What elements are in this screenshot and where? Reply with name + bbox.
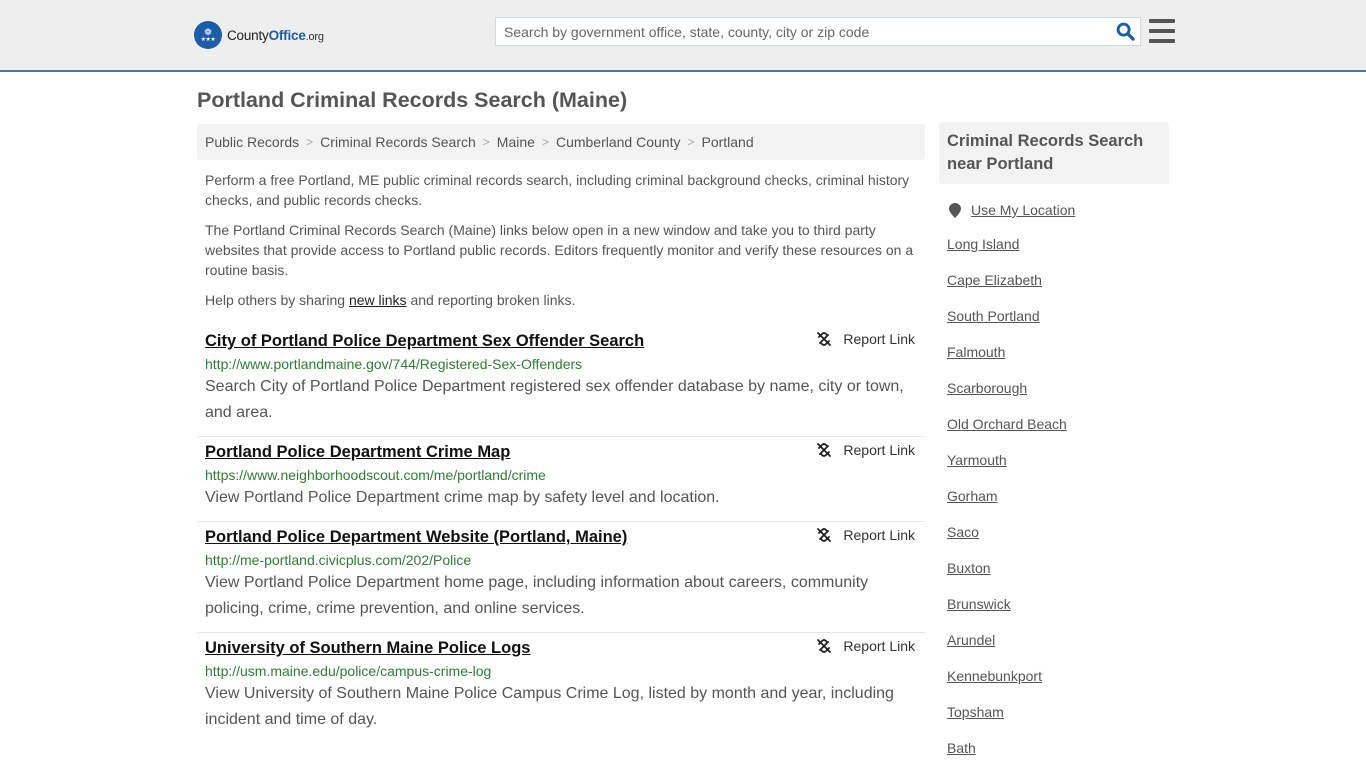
nearby-item: Falmouth bbox=[947, 334, 1169, 370]
result-title-link[interactable]: Portland Police Department Website (Port… bbox=[205, 526, 627, 548]
intro-text: Perform a free Portland, ME public crimi… bbox=[205, 170, 920, 320]
report-link-label: Report Link bbox=[843, 527, 915, 543]
report-link-label: Report Link bbox=[843, 442, 915, 458]
breadcrumb-cumberland-county[interactable]: Cumberland County bbox=[556, 134, 681, 150]
nearby-item: Gorham bbox=[947, 478, 1169, 514]
report-link-label: Report Link bbox=[843, 638, 915, 654]
breadcrumb-separator-icon: > bbox=[541, 135, 549, 149]
logo-name-part1: County bbox=[227, 27, 269, 43]
result-title-link[interactable]: City of Portland Police Department Sex O… bbox=[205, 330, 644, 352]
result-item: City of Portland Police Department Sex O… bbox=[197, 326, 925, 437]
site-logo[interactable]: ❁ ★★★ CountyOffice.org bbox=[194, 21, 324, 49]
nearby-item: Topsham bbox=[947, 694, 1169, 730]
result-description: View Portland Police Department crime ma… bbox=[205, 489, 720, 506]
nearby-item: Kennebunkport bbox=[947, 658, 1169, 694]
result-url: http://me-portland.civicplus.com/202/Pol… bbox=[205, 552, 472, 568]
report-link-button[interactable]: Report Link bbox=[816, 442, 915, 458]
eagle-stars-icon: ❁ ★★★ bbox=[194, 21, 222, 49]
nearby-item: Old Orchard Beach bbox=[947, 406, 1169, 442]
nearby-link-saco[interactable]: Saco bbox=[947, 524, 979, 540]
breadcrumb-maine[interactable]: Maine bbox=[497, 134, 535, 150]
map-pin-icon bbox=[949, 202, 961, 218]
use-my-location-link[interactable]: Use My Location bbox=[971, 202, 1075, 218]
page-title: Portland Criminal Records Search (Maine) bbox=[197, 88, 628, 112]
nearby-link-long-island[interactable]: Long Island bbox=[947, 236, 1019, 252]
report-link-button[interactable]: Report Link bbox=[816, 331, 915, 347]
breadcrumb-separator-icon: > bbox=[306, 135, 314, 149]
nearby-link-topsham[interactable]: Topsham bbox=[947, 704, 1004, 720]
use-my-location[interactable]: Use My Location bbox=[939, 202, 1169, 218]
result-title-link[interactable]: Portland Police Department Crime Map bbox=[205, 441, 510, 463]
result-description: View University of Southern Maine Police… bbox=[205, 685, 894, 728]
nearby-item: Buxton bbox=[947, 550, 1169, 586]
result-url: http://usm.maine.edu/police/campus-crime… bbox=[205, 663, 492, 679]
broken-link-icon bbox=[817, 443, 832, 457]
broken-link-icon bbox=[817, 639, 832, 653]
nearby-item: South Portland bbox=[947, 298, 1169, 334]
nearby-link-kennebunkport[interactable]: Kennebunkport bbox=[947, 668, 1042, 684]
results-list: City of Portland Police Department Sex O… bbox=[197, 326, 925, 743]
logo-tld: .org bbox=[305, 30, 324, 43]
intro-paragraph-1: Perform a free Portland, ME public crimi… bbox=[205, 172, 910, 208]
nearby-link-gorham[interactable]: Gorham bbox=[947, 488, 998, 504]
nearby-item: Bath bbox=[947, 730, 1169, 766]
nearby-link-cape-elizabeth[interactable]: Cape Elizabeth bbox=[947, 272, 1042, 288]
result-item: Portland Police Department Crime Map Rep… bbox=[197, 437, 925, 522]
sidebar-heading: Criminal Records Search near Portland bbox=[939, 122, 1169, 184]
breadcrumb-separator-icon: > bbox=[482, 135, 490, 149]
nearby-link-old-orchard-beach[interactable]: Old Orchard Beach bbox=[947, 416, 1067, 432]
report-link-button[interactable]: Report Link bbox=[816, 638, 915, 654]
breadcrumb-portland[interactable]: Portland bbox=[701, 134, 753, 150]
nearby-link-brunswick[interactable]: Brunswick bbox=[947, 596, 1011, 612]
nearby-item: Cape Elizabeth bbox=[947, 262, 1169, 298]
intro-help-text-end: and reporting broken links. bbox=[406, 292, 576, 308]
result-url: http://www.portlandmaine.gov/744/Registe… bbox=[205, 356, 583, 372]
nearby-link-falmouth[interactable]: Falmouth bbox=[947, 344, 1005, 360]
result-description: View Portland Police Department home pag… bbox=[205, 574, 869, 617]
result-item: University of Southern Maine Police Logs… bbox=[197, 633, 925, 743]
result-item: Portland Police Department Website (Port… bbox=[197, 522, 925, 633]
breadcrumb-criminal-records-search[interactable]: Criminal Records Search bbox=[320, 134, 476, 150]
report-link-button[interactable]: Report Link bbox=[816, 527, 915, 543]
intro-help-text: Help others by sharing bbox=[205, 292, 349, 308]
nearby-link-buxton[interactable]: Buxton bbox=[947, 560, 991, 576]
search-box bbox=[495, 17, 1141, 46]
search-input[interactable] bbox=[496, 18, 1110, 45]
nearby-item: Long Island bbox=[947, 226, 1169, 262]
nearby-link-bath[interactable]: Bath bbox=[947, 740, 976, 756]
nearby-locations-list: Long Island Cape Elizabeth South Portlan… bbox=[939, 226, 1169, 766]
intro-paragraph-3: Help others by sharing new links and rep… bbox=[205, 290, 920, 310]
result-description: Search City of Portland Police Departmen… bbox=[205, 378, 904, 421]
site-header: ❁ ★★★ CountyOffice.org bbox=[0, 0, 1366, 72]
broken-link-icon bbox=[817, 332, 832, 346]
result-url: https://www.neighborhoodscout.com/me/por… bbox=[205, 467, 546, 483]
result-title-link[interactable]: University of Southern Maine Police Logs bbox=[205, 637, 530, 659]
logo-text: CountyOffice.org bbox=[227, 28, 324, 43]
nearby-link-arundel[interactable]: Arundel bbox=[947, 632, 995, 648]
logo-name-part2: Office bbox=[268, 27, 306, 43]
intro-paragraph-2: The Portland Criminal Records Search (Ma… bbox=[205, 222, 914, 278]
breadcrumb: Public Records > Criminal Records Search… bbox=[197, 124, 925, 160]
nearby-item: Scarborough bbox=[947, 370, 1169, 406]
breadcrumb-public-records[interactable]: Public Records bbox=[205, 134, 299, 150]
breadcrumb-separator-icon: > bbox=[687, 135, 695, 149]
hamburger-menu-icon[interactable] bbox=[1149, 19, 1175, 43]
nearby-item: Yarmouth bbox=[947, 442, 1169, 478]
nearby-link-yarmouth[interactable]: Yarmouth bbox=[947, 452, 1007, 468]
nearby-link-scarborough[interactable]: Scarborough bbox=[947, 380, 1027, 396]
nearby-item: Saco bbox=[947, 514, 1169, 550]
nearby-link-south-portland[interactable]: South Portland bbox=[947, 308, 1040, 324]
nearby-item: Brunswick bbox=[947, 586, 1169, 622]
search-icon[interactable] bbox=[1110, 18, 1140, 45]
nearby-item: Arundel bbox=[947, 622, 1169, 658]
report-link-label: Report Link bbox=[843, 331, 915, 347]
sidebar: Criminal Records Search near Portland Us… bbox=[939, 122, 1169, 766]
new-links-link[interactable]: new links bbox=[349, 292, 407, 308]
broken-link-icon bbox=[817, 528, 832, 542]
